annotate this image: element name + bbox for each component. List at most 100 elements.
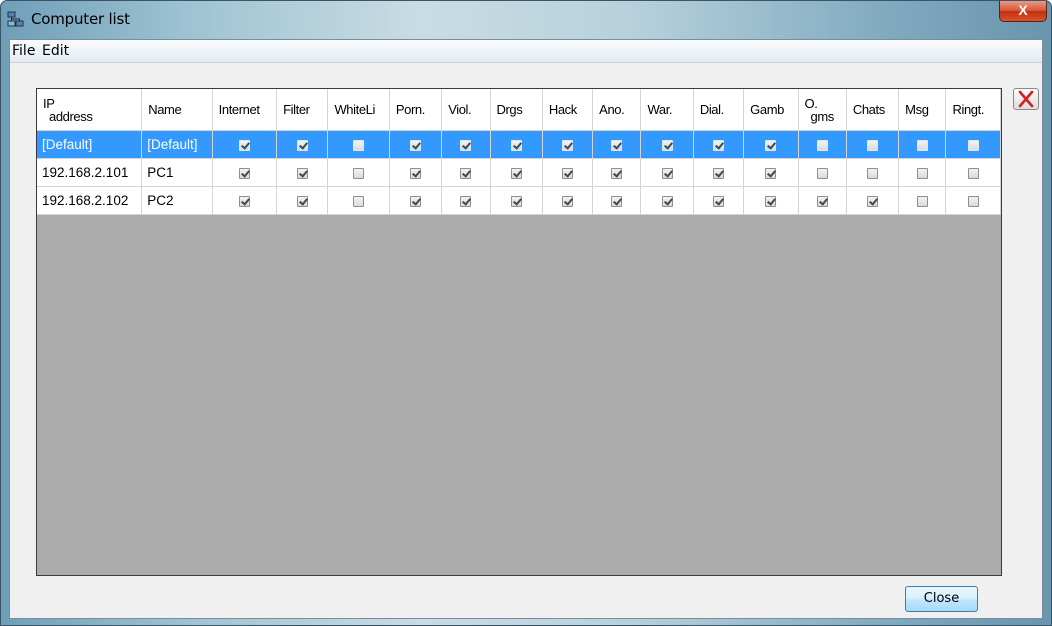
column-header-label: Drgs	[496, 102, 523, 117]
cell-name[interactable]: PC2	[141, 186, 213, 215]
cell-checkbox	[945, 130, 1001, 159]
checkbox-checked[interactable]	[611, 167, 623, 179]
close-button[interactable]: Close	[905, 586, 978, 612]
checkbox-checked[interactable]	[765, 195, 777, 207]
column-header[interactable]: Ringt.	[945, 89, 1001, 131]
checkbox-checked[interactable]	[510, 139, 522, 151]
column-header[interactable]: Ano.	[592, 89, 642, 131]
column-header[interactable]: Internet	[212, 89, 278, 131]
checkbox-checked[interactable]	[510, 167, 522, 179]
checkbox-unchecked[interactable]	[916, 195, 928, 207]
cell-checkbox	[212, 186, 278, 215]
column-header[interactable]: Dial.	[693, 89, 745, 131]
checkbox-unchecked[interactable]	[867, 139, 878, 151]
cell-checkbox	[327, 158, 390, 187]
cell-name[interactable]: [Default]	[141, 130, 213, 159]
column-header[interactable]: Viol.	[441, 89, 491, 131]
checkbox-unchecked[interactable]	[967, 167, 979, 179]
cell-ip-address[interactable]: 192.168.2.102	[37, 186, 143, 215]
checkbox-checked[interactable]	[661, 195, 673, 207]
checkbox-unchecked[interactable]	[353, 139, 365, 151]
computer-grid[interactable]: IP address Name Internet Filter WhiteLi Porn. V…	[36, 88, 1002, 576]
checkbox-checked[interactable]	[562, 195, 573, 207]
column-header[interactable]: Msg	[898, 89, 947, 131]
checkbox-unchecked[interactable]	[967, 139, 979, 151]
checkbox-unchecked[interactable]	[967, 195, 979, 207]
checkbox-checked[interactable]	[712, 139, 724, 151]
column-header[interactable]: War.	[640, 89, 694, 131]
checkbox-checked[interactable]	[765, 139, 777, 151]
cell-checkbox	[592, 130, 642, 159]
checkbox-checked[interactable]	[765, 167, 777, 179]
table-row[interactable]: [Default] [Default]	[37, 130, 1001, 159]
cell-checkbox	[592, 186, 642, 215]
checkbox-checked[interactable]	[238, 139, 250, 151]
checkbox-checked[interactable]	[460, 139, 472, 151]
column-header[interactable]: IP address	[37, 89, 143, 131]
checkbox-checked[interactable]	[296, 139, 308, 151]
checkbox-checked[interactable]	[562, 167, 573, 179]
red-x-icon	[1018, 90, 1034, 108]
column-header-label: Msg	[905, 102, 929, 117]
cell-checkbox	[743, 130, 799, 159]
cell-checkbox	[846, 130, 900, 159]
cell-ip-address[interactable]: [Default]	[37, 130, 143, 159]
delete-button[interactable]	[1013, 88, 1039, 110]
checkbox-checked[interactable]	[410, 167, 422, 179]
checkbox-unchecked[interactable]	[353, 195, 365, 207]
column-header[interactable]: Filter	[276, 89, 329, 131]
header-row: IP address Name Internet Filter WhiteLi Porn. V…	[37, 89, 1001, 131]
cell-checkbox	[389, 130, 443, 159]
window-close-button[interactable]: X	[999, 1, 1047, 22]
cell-checkbox	[640, 186, 694, 215]
checkbox-unchecked[interactable]	[916, 139, 928, 151]
checkbox-checked[interactable]	[661, 167, 673, 179]
checkbox-checked[interactable]	[867, 195, 878, 207]
column-header[interactable]: Name	[141, 89, 213, 131]
checkbox-unchecked[interactable]	[867, 167, 878, 179]
checkbox-checked[interactable]	[611, 139, 623, 151]
checkbox-unchecked[interactable]	[816, 139, 828, 151]
cell-name[interactable]: PC1	[141, 158, 213, 187]
column-header-label: Porn.	[395, 102, 425, 117]
checkbox-checked[interactable]	[460, 195, 472, 207]
cell-checkbox	[898, 158, 947, 187]
table-row[interactable]: 192.168.2.102 PC2	[37, 186, 1001, 215]
checkbox-checked[interactable]	[238, 195, 250, 207]
column-header[interactable]: WhiteLi	[327, 89, 390, 131]
checkbox-checked[interactable]	[562, 139, 573, 151]
column-header-label: address	[49, 108, 93, 124]
cell-checkbox	[276, 158, 329, 187]
column-header[interactable]: Gamb	[743, 89, 799, 131]
cell-ip-address[interactable]: 192.168.2.101	[37, 158, 143, 187]
column-header[interactable]: Drgs	[490, 89, 543, 131]
checkbox-checked[interactable]	[816, 195, 828, 207]
cell-checkbox	[640, 130, 694, 159]
cell-checkbox	[743, 158, 799, 187]
checkbox-checked[interactable]	[661, 139, 673, 151]
cell-checkbox	[798, 158, 847, 187]
column-header[interactable]: Porn.	[389, 89, 443, 131]
checkbox-checked[interactable]	[410, 195, 422, 207]
table-row[interactable]: 192.168.2.101 PC1	[37, 158, 1001, 187]
checkbox-checked[interactable]	[510, 195, 522, 207]
cell-checkbox	[327, 130, 390, 159]
menu-file[interactable]: File	[12, 43, 35, 59]
checkbox-checked[interactable]	[611, 195, 623, 207]
checkbox-checked[interactable]	[410, 139, 422, 151]
menu-edit[interactable]: Edit	[42, 43, 69, 59]
checkbox-checked[interactable]	[712, 167, 724, 179]
title-bar[interactable]: Computer list X	[1, 1, 1051, 39]
checkbox-checked[interactable]	[460, 167, 472, 179]
checkbox-unchecked[interactable]	[353, 167, 365, 179]
column-header[interactable]: O. gms	[798, 89, 847, 131]
checkbox-checked[interactable]	[296, 167, 308, 179]
checkbox-checked[interactable]	[712, 195, 724, 207]
checkbox-checked[interactable]	[238, 167, 250, 179]
checkbox-unchecked[interactable]	[816, 167, 828, 179]
column-header[interactable]: Chats	[846, 89, 900, 131]
checkbox-checked[interactable]	[296, 195, 308, 207]
cell-checkbox	[389, 158, 443, 187]
column-header[interactable]: Hack	[542, 89, 594, 131]
checkbox-unchecked[interactable]	[916, 167, 928, 179]
